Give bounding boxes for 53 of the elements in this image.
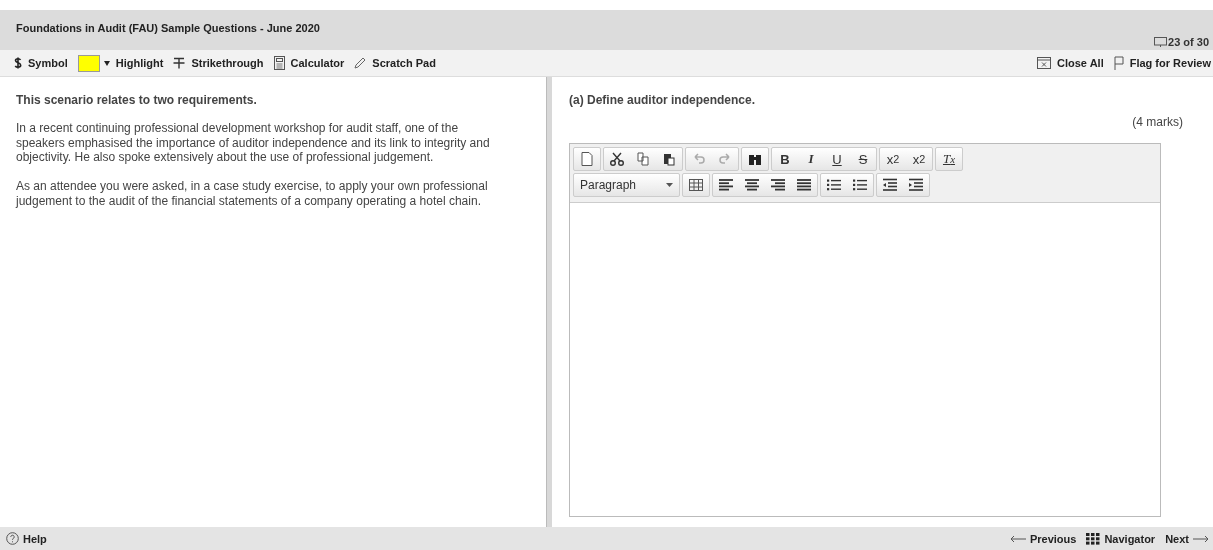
- calculator-icon: [273, 56, 285, 70]
- dollar-icon: [14, 57, 22, 69]
- symbol-button[interactable]: Symbol: [14, 57, 68, 69]
- monitor-icon: [1154, 36, 1168, 48]
- scenario-heading: This scenario relates to two requirements.: [16, 93, 258, 107]
- calculator-button[interactable]: Calculator: [273, 56, 345, 70]
- help-button[interactable]: Help: [6, 532, 47, 545]
- justify-icon: [796, 178, 812, 192]
- paste-icon: [661, 152, 677, 166]
- highlight-colour-swatch[interactable]: [77, 54, 100, 72]
- navigator-button[interactable]: Navigator: [1086, 532, 1156, 545]
- flag-for-review-button[interactable]: Flag for Review: [1113, 56, 1211, 70]
- exam-title: Foundations in Audit (FAU) Sample Questions - June 2020: [16, 22, 320, 34]
- align-center-icon: [744, 178, 760, 192]
- table-icon: [688, 178, 704, 192]
- numbers-icon: [852, 178, 868, 192]
- flag-icon: [1113, 56, 1124, 70]
- new-icon: [579, 152, 595, 166]
- scratch-pad-button[interactable]: Scratch Pad: [354, 57, 436, 69]
- grid-icon: [1086, 532, 1101, 545]
- bold-button[interactable]: B: [772, 148, 798, 170]
- help-icon: [6, 532, 19, 545]
- highlight-button[interactable]: Highlight: [103, 57, 164, 69]
- marks-label: (4 marks): [1132, 115, 1183, 129]
- window-close-icon: [1037, 57, 1052, 69]
- pencil-icon: [354, 57, 367, 69]
- strikethrough-button[interactable]: Strikethrough: [173, 57, 264, 69]
- scenario-paragraph: As an attendee you were asked, in a case study exercise, to apply your own professional judgement to the audit of the financial statements of a company operating a hotel chain.: [16, 178, 489, 209]
- strike-button[interactable]: S: [850, 148, 876, 170]
- caret-icon: [103, 60, 110, 66]
- question-heading: (a) Define auditor independence.: [569, 93, 757, 107]
- italic-button[interactable]: I: [798, 148, 824, 170]
- scenario-paragraph: In a recent continuing professional development workshop for audit staff, one of the speakers emphasised the importance of auditor independence and its link to integrity and objectivity. He also spoke extensively about the use of professional judgement.: [16, 121, 491, 165]
- bullets-icon: [826, 178, 842, 192]
- caret-icon: [666, 183, 673, 187]
- outdent-icon: [882, 178, 898, 192]
- next-button[interactable]: Next: [1165, 532, 1209, 545]
- left-arrow-icon: [1009, 534, 1026, 543]
- paragraph-format-dropdown[interactable]: Paragraph: [574, 174, 679, 196]
- align-left-icon: [718, 178, 734, 192]
- previous-button[interactable]: Previous: [1009, 532, 1077, 545]
- strikethrough-icon: [173, 57, 186, 69]
- find-icon: [747, 152, 763, 166]
- question-counter: 23 of 30: [1154, 36, 1209, 48]
- redo-icon: [717, 152, 733, 166]
- copy-icon: [635, 152, 651, 166]
- cut-icon: [609, 152, 625, 166]
- right-arrow-icon: [1193, 534, 1209, 543]
- close-all-button[interactable]: Close All: [1037, 57, 1104, 69]
- underline-button[interactable]: U: [824, 148, 850, 170]
- indent-icon: [908, 178, 924, 192]
- align-right-icon: [770, 178, 786, 192]
- undo-icon: [691, 152, 707, 166]
